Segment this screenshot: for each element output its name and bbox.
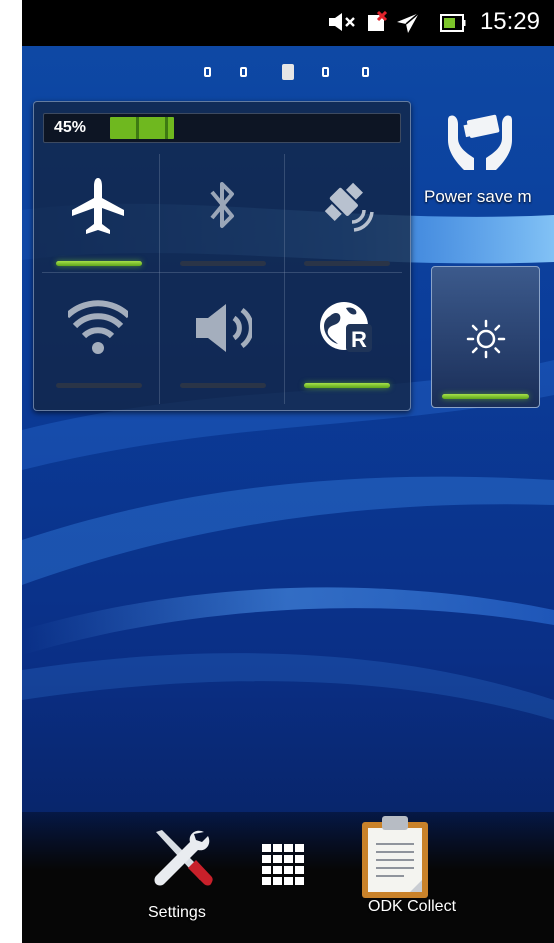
- power-control-widget: 45% R: [33, 101, 411, 411]
- dock-item-settings[interactable]: Settings: [142, 822, 222, 932]
- battery-level-bar: 45%: [43, 113, 401, 143]
- battery-percent-label: 45%: [54, 119, 87, 136]
- bluetooth-icon: [210, 182, 234, 228]
- toggle-indicator: [304, 383, 390, 388]
- roaming-globe-icon: R: [320, 302, 372, 352]
- dock-label-settings: Settings: [148, 904, 206, 921]
- app-drawer-button[interactable]: [260, 842, 314, 896]
- gps-satellite-icon: [324, 182, 374, 232]
- airplane-mode-icon: [397, 12, 420, 33]
- toggle-indicator: [180, 261, 266, 266]
- toggle-indicator: [304, 261, 390, 266]
- mute-icon: [329, 13, 355, 31]
- settings-tools-icon: [154, 830, 213, 886]
- wifi-icon: [68, 300, 128, 354]
- no-sim-icon: [368, 11, 388, 31]
- toggle-sound[interactable]: [160, 274, 284, 394]
- dock-item-odk-collect[interactable]: ODK Collect: [338, 814, 458, 934]
- page-dot[interactable]: [204, 67, 211, 77]
- toggle-wifi[interactable]: [36, 274, 160, 394]
- speaker-icon: [196, 304, 252, 352]
- page-dot[interactable]: [362, 67, 369, 77]
- toggle-indicator: [56, 383, 142, 388]
- svg-text:R: R: [351, 327, 367, 352]
- toggle-indicator: [180, 383, 266, 388]
- status-bar: 15:29: [22, 0, 554, 46]
- status-clock: 15:29: [479, 8, 540, 35]
- page-dot[interactable]: [282, 64, 294, 80]
- toggle-indicator: [442, 394, 529, 399]
- sun-icon: [466, 319, 506, 359]
- toggle-data-roaming[interactable]: R: [284, 274, 408, 394]
- dock-label-odk-collect: ODK Collect: [368, 898, 457, 915]
- toggle-airplane-mode[interactable]: [36, 152, 160, 272]
- power-save-shortcut[interactable]: Power save m: [424, 108, 554, 218]
- toggle-bluetooth[interactable]: [160, 152, 284, 272]
- battery-level-fill: [110, 117, 174, 139]
- power-save-label: Power save m: [424, 187, 532, 206]
- clipboard-icon: [362, 816, 428, 898]
- page-dot[interactable]: [240, 67, 247, 77]
- power-save-hands-icon: [448, 114, 512, 170]
- battery-icon: [440, 14, 466, 32]
- toggle-gps[interactable]: [284, 152, 408, 272]
- airplane-icon: [72, 178, 124, 234]
- toggle-indicator: [56, 261, 142, 266]
- app-grid-icon: [262, 844, 304, 885]
- home-screen: 15:29 45% R Power save m Settings ODK Co…: [22, 0, 554, 943]
- page-dot[interactable]: [322, 67, 329, 77]
- dock: Settings ODK Collect: [22, 812, 554, 943]
- brightness-toggle[interactable]: [431, 266, 540, 408]
